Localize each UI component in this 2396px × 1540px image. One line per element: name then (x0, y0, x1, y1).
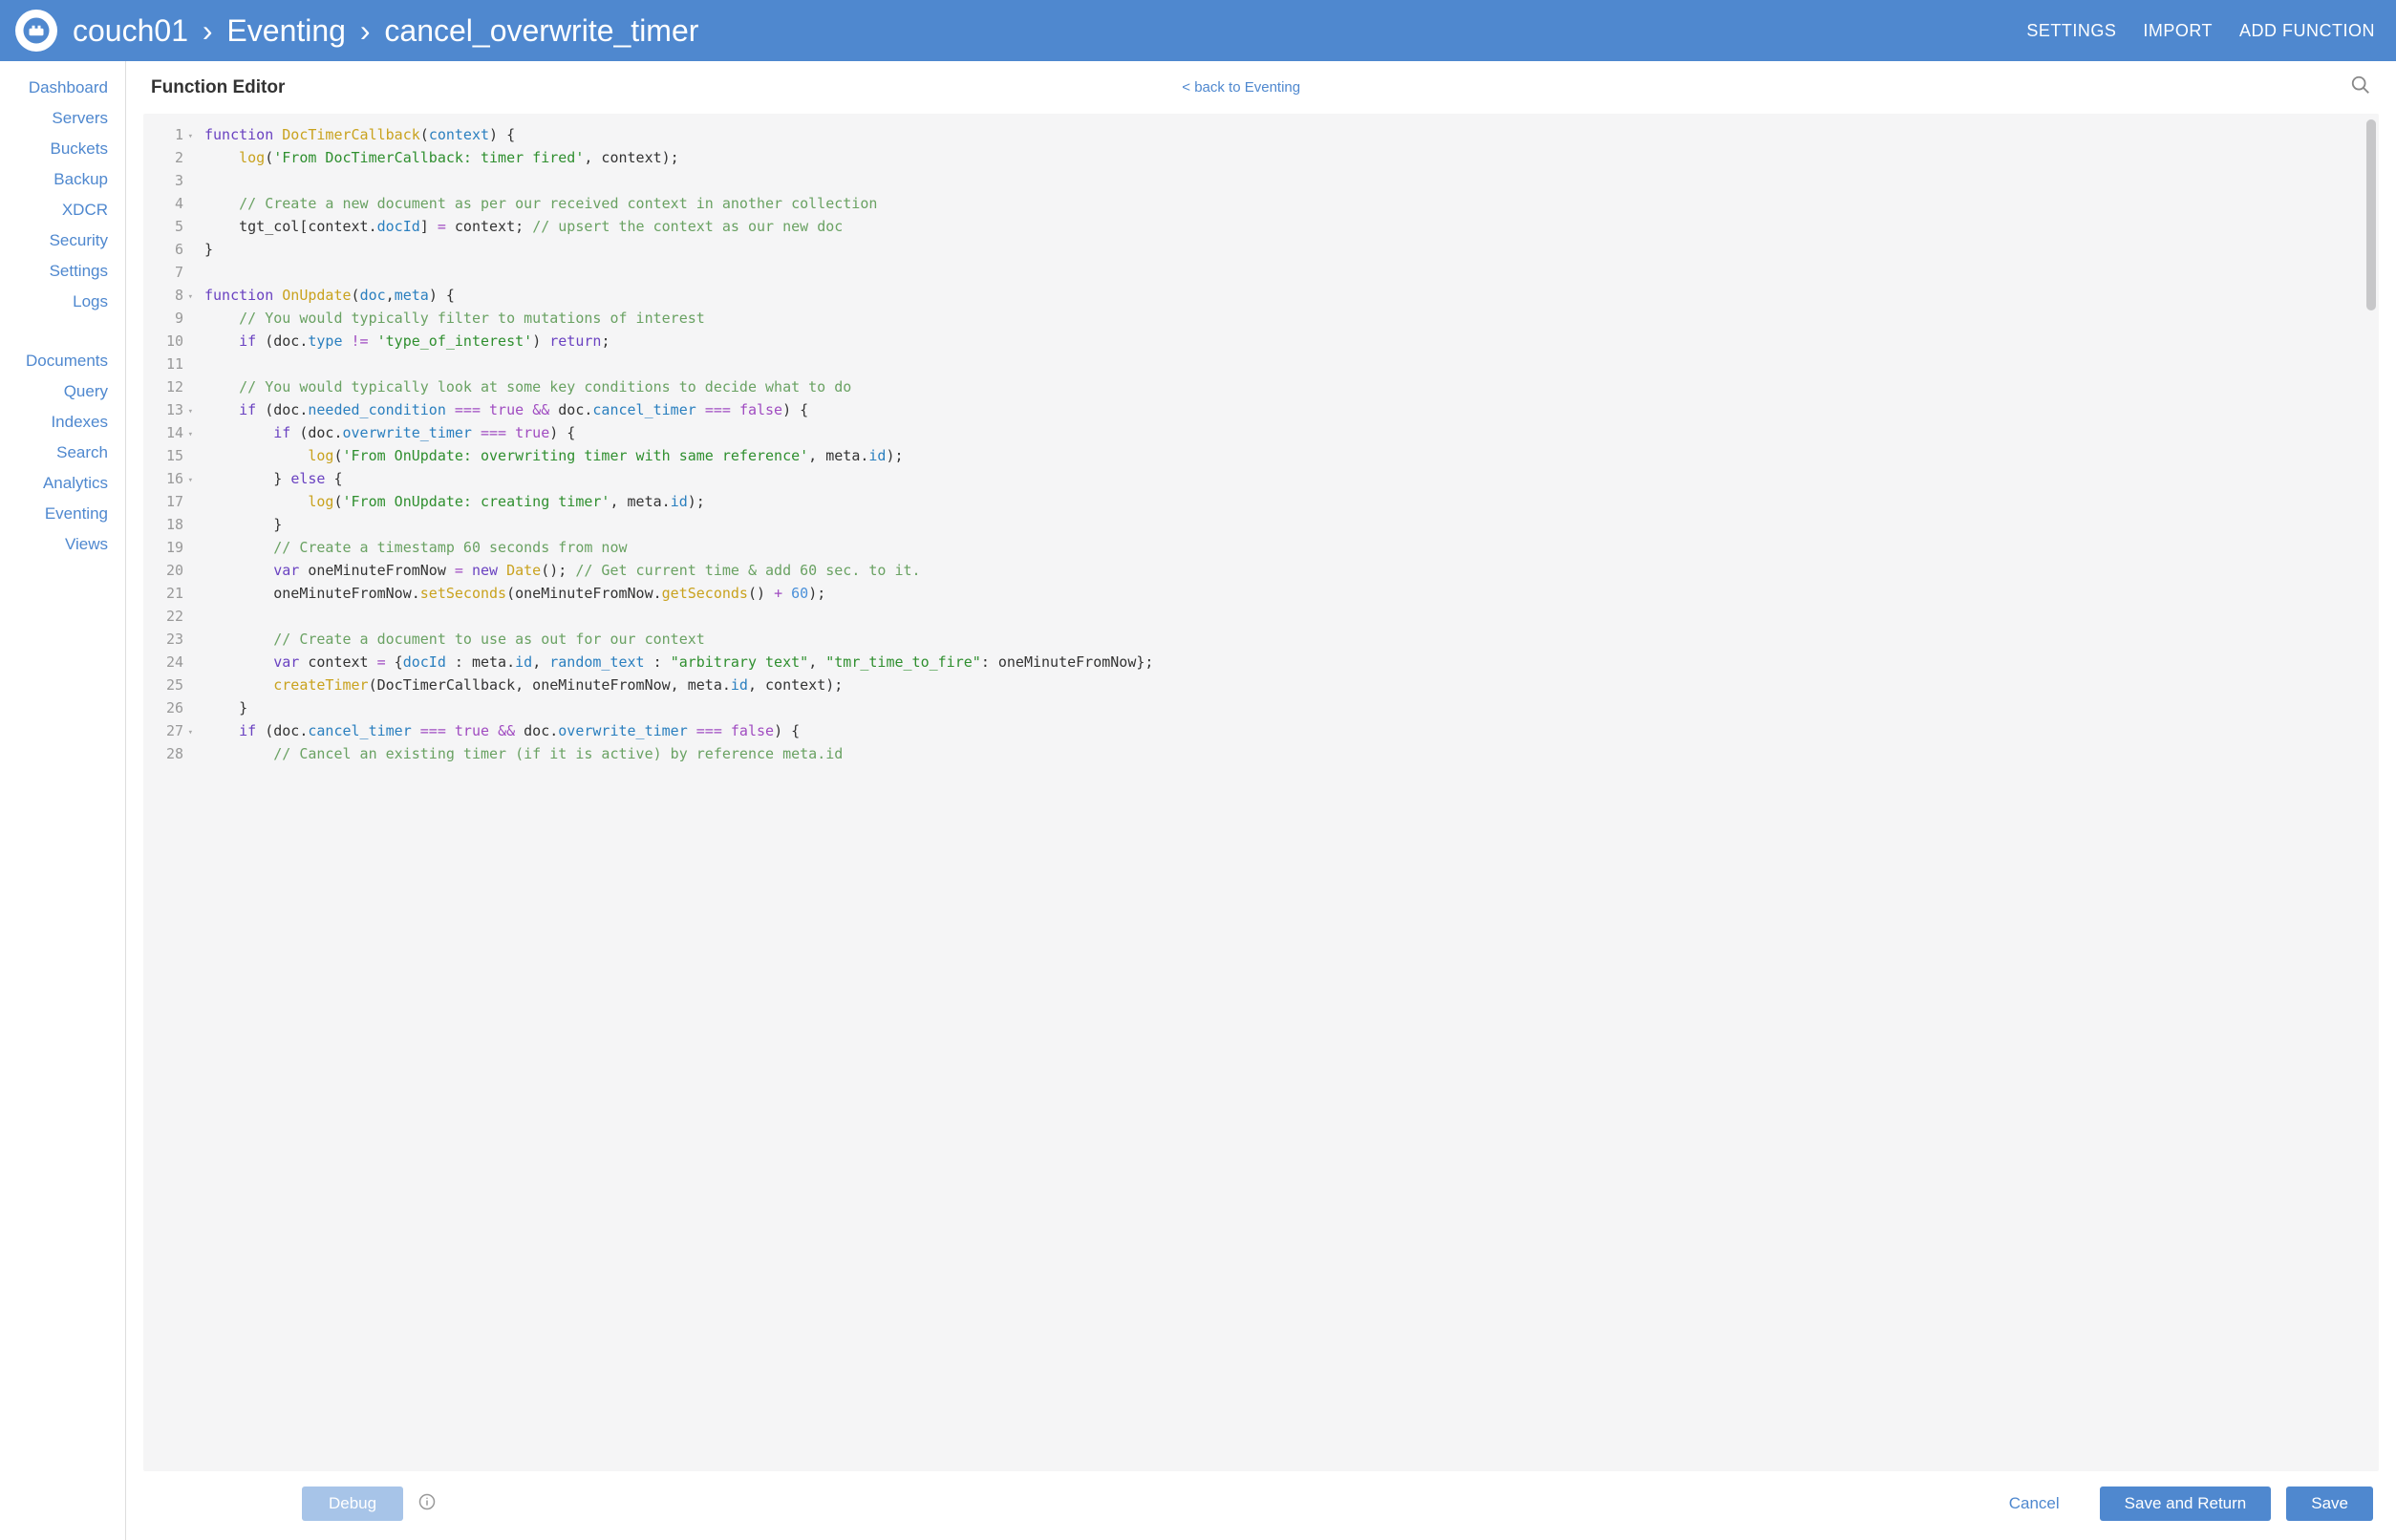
sidebar-item-indexes[interactable]: Indexes (0, 413, 125, 432)
code-line[interactable]: } (204, 513, 2367, 536)
sidebar-item-analytics[interactable]: Analytics (0, 474, 125, 493)
import-link[interactable]: IMPORT (2143, 21, 2213, 41)
code-line[interactable]: // Create a new document as per our rece… (204, 192, 2367, 215)
code-line[interactable]: var oneMinuteFromNow = new Date(); // Ge… (204, 559, 2367, 582)
scrollbar-thumb[interactable] (2366, 119, 2376, 310)
code-line[interactable]: log('From OnUpdate: overwriting timer wi… (204, 444, 2367, 467)
breadcrumb-segment[interactable]: couch01 (73, 13, 188, 48)
top-nav: SETTINGS IMPORT ADD FUNCTION (2026, 21, 2375, 41)
save-and-return-button[interactable]: Save and Return (2100, 1487, 2272, 1521)
sidebar-item-security[interactable]: Security (0, 231, 125, 250)
code-line[interactable] (204, 169, 2367, 192)
sidebar-item-logs[interactable]: Logs (0, 292, 125, 311)
editor-footer: Debug Cancel Save and Return Save (126, 1471, 2396, 1540)
page-title: Function Editor (151, 77, 285, 98)
code-area[interactable]: function DocTimerCallback(context) { log… (189, 114, 2379, 1471)
code-line[interactable]: // You would typically look at some key … (204, 375, 2367, 398)
breadcrumb-segment: cancel_overwrite_timer (384, 13, 698, 48)
code-line[interactable]: if (doc.cancel_timer === true && doc.ove… (204, 719, 2367, 742)
code-line[interactable]: function OnUpdate(doc,meta) { (204, 284, 2367, 307)
code-line[interactable]: // Create a timestamp 60 seconds from no… (204, 536, 2367, 559)
code-line[interactable]: if (doc.overwrite_timer === true) { (204, 421, 2367, 444)
sidebar-item-buckets[interactable]: Buckets (0, 139, 125, 159)
top-header: couch01 › Eventing › cancel_overwrite_ti… (0, 0, 2396, 61)
code-line[interactable]: if (doc.needed_condition === true && doc… (204, 398, 2367, 421)
code-line[interactable]: // Create a document to use as out for o… (204, 628, 2367, 651)
code-line[interactable]: if (doc.type != 'type_of_interest') retu… (204, 330, 2367, 353)
sidebar-item-search[interactable]: Search (0, 443, 125, 462)
breadcrumb: couch01 › Eventing › cancel_overwrite_ti… (73, 13, 2026, 49)
sidebar-item-query[interactable]: Query (0, 382, 125, 401)
breadcrumb-segment[interactable]: Eventing (226, 13, 346, 48)
chevron-right-icon: › (197, 13, 219, 48)
search-icon[interactable] (2350, 75, 2371, 100)
code-line[interactable]: createTimer(DocTimerCallback, oneMinuteF… (204, 674, 2367, 696)
code-line[interactable]: } else { (204, 467, 2367, 490)
sidebar-item-documents[interactable]: Documents (0, 352, 125, 371)
cancel-button[interactable]: Cancel (1984, 1487, 2085, 1521)
code-line[interactable]: // You would typically filter to mutatio… (204, 307, 2367, 330)
sidebar-item-backup[interactable]: Backup (0, 170, 125, 189)
sidebar-item-xdcr[interactable]: XDCR (0, 201, 125, 220)
debug-button[interactable]: Debug (302, 1487, 403, 1521)
code-line[interactable]: log('From OnUpdate: creating timer', met… (204, 490, 2367, 513)
code-editor[interactable]: 1234567891011121314151617181920212223242… (143, 114, 2379, 1471)
code-line[interactable]: oneMinuteFromNow.setSeconds(oneMinuteFro… (204, 582, 2367, 605)
code-line[interactable]: log('From DocTimerCallback: timer fired'… (204, 146, 2367, 169)
chevron-right-icon: › (354, 13, 376, 48)
content-header: Function Editor < back to Eventing (126, 61, 2396, 114)
code-line[interactable]: } (204, 696, 2367, 719)
main: Dashboard Servers Buckets Backup XDCR Securit… (0, 61, 2396, 1540)
code-line[interactable] (204, 261, 2367, 284)
sidebar-item-views[interactable]: Views (0, 535, 125, 554)
code-line[interactable] (204, 605, 2367, 628)
settings-link[interactable]: SETTINGS (2026, 21, 2116, 41)
sidebar-item-dashboard[interactable]: Dashboard (0, 78, 125, 97)
code-line[interactable]: var context = {docId : meta.id, random_t… (204, 651, 2367, 674)
logo-icon (15, 10, 57, 52)
code-line[interactable]: tgt_col[context.docId] = context; // ups… (204, 215, 2367, 238)
content: Function Editor < back to Eventing 12345… (126, 61, 2396, 1540)
code-line[interactable]: // Cancel an existing timer (if it is ac… (204, 742, 2367, 765)
sidebar-item-settings[interactable]: Settings (0, 262, 125, 281)
save-button[interactable]: Save (2286, 1487, 2373, 1521)
back-to-eventing-link[interactable]: < back to Eventing (1182, 79, 1300, 96)
code-line[interactable] (204, 353, 2367, 375)
code-line[interactable]: function DocTimerCallback(context) { (204, 123, 2367, 146)
sidebar-item-servers[interactable]: Servers (0, 109, 125, 128)
info-icon[interactable] (418, 1493, 436, 1515)
code-line[interactable]: } (204, 238, 2367, 261)
add-function-link[interactable]: ADD FUNCTION (2239, 21, 2375, 41)
sidebar-item-eventing[interactable]: Eventing (0, 504, 125, 524)
sidebar: Dashboard Servers Buckets Backup XDCR Securit… (0, 61, 126, 1540)
line-number-gutter: 1234567891011121314151617181920212223242… (143, 114, 189, 1471)
